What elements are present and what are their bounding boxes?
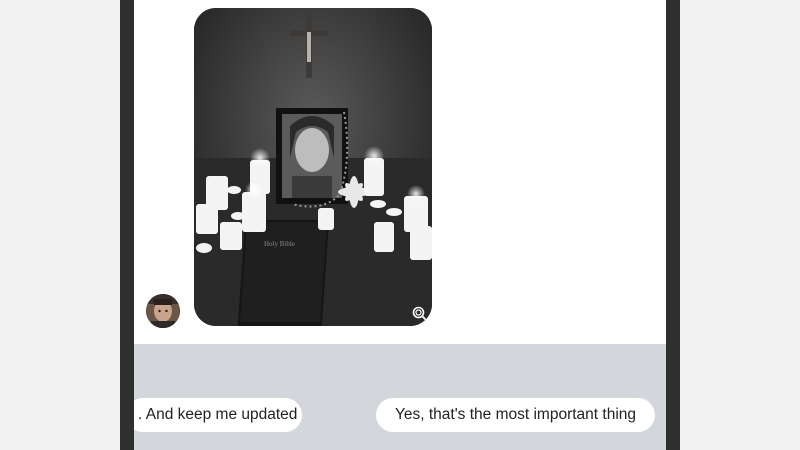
chat-screen: Holy Bible . And keep me updated Yes, th… [134, 0, 666, 450]
bible-label: Holy Bible [264, 240, 295, 248]
message-list[interactable]: Holy Bible [134, 0, 666, 344]
portrait-frame [276, 108, 348, 204]
avatar-icon [146, 294, 180, 328]
sender-avatar[interactable] [146, 294, 180, 328]
quick-reply-bar: . And keep me updated Yes, that's the mo… [134, 344, 666, 450]
memorial-altar-image: Holy Bible [194, 8, 432, 326]
quick-reply-button[interactable]: Yes, that's the most important thing [376, 398, 655, 432]
quick-reply-button[interactable]: . And keep me updated [134, 398, 302, 432]
magnify-icon[interactable] [412, 306, 428, 322]
message-photo[interactable]: Holy Bible [194, 8, 432, 326]
bible-book: Holy Bible [237, 220, 330, 326]
